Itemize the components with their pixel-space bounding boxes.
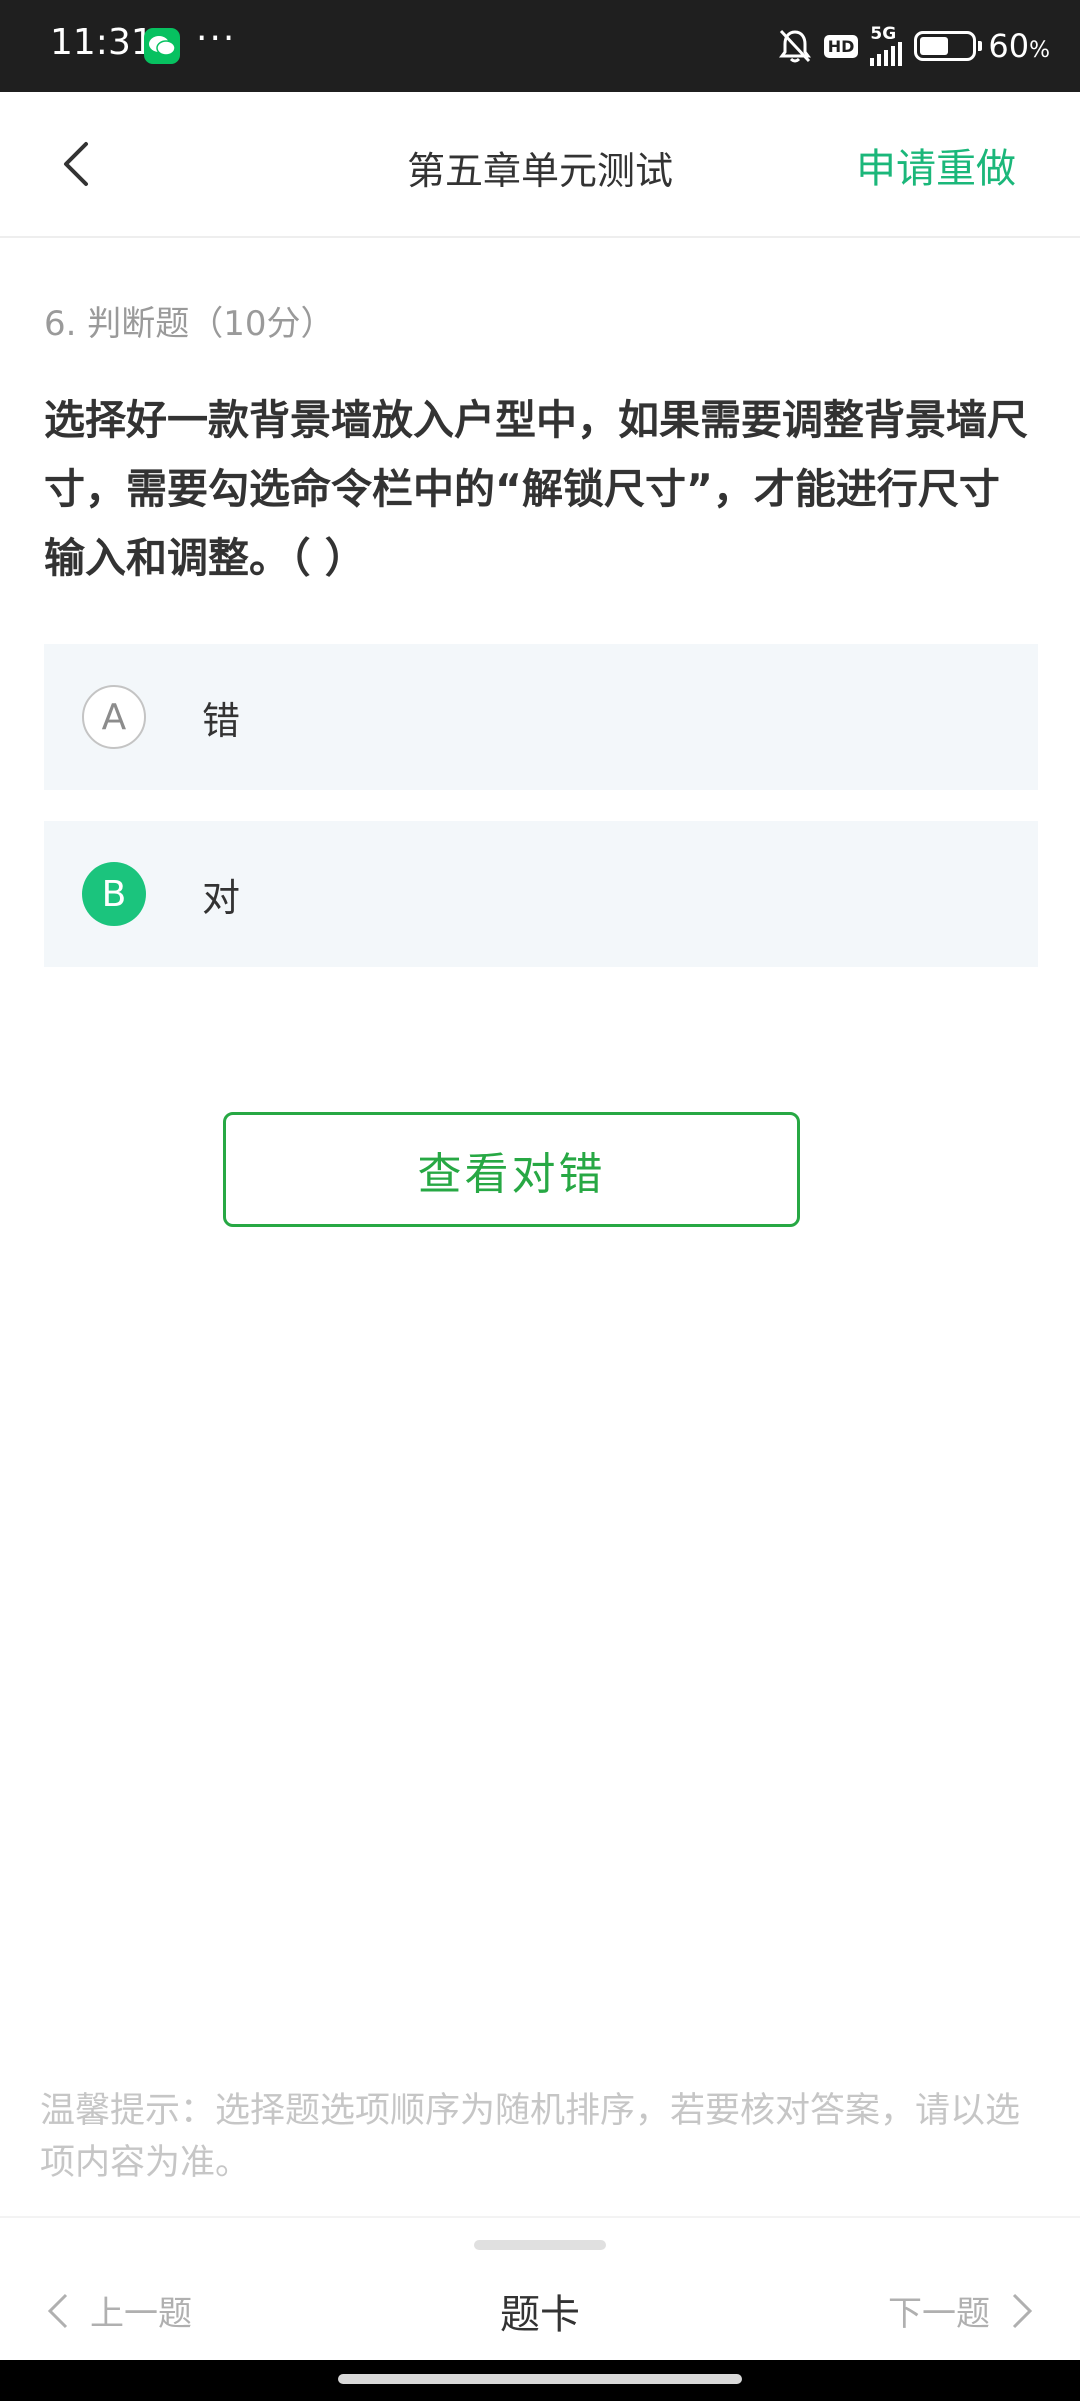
- bottom-bar: 上一题 题卡 下一题: [0, 2216, 1080, 2360]
- question-text: 选择好一款背景墙放入户型中，如果需要调整背景墙尺寸，需要勾选命令栏中的“解锁尺寸…: [44, 396, 1028, 582]
- hint-text: 温馨提示：选择题选项顺序为随机排序，若要核对答案，请以选项内容为准。: [40, 2091, 1021, 2183]
- question-type-label: 6. 判断题（10分）: [44, 304, 335, 344]
- hd-badge: HD: [823, 34, 859, 58]
- option-b-letter: B: [82, 862, 146, 926]
- check-answer-button[interactable]: 查看对错: [223, 1112, 800, 1227]
- option-b-text: 对: [202, 875, 241, 920]
- battery-icon: [914, 31, 983, 61]
- network-type: 5G: [870, 24, 897, 44]
- next-question-button[interactable]: 下一题: [888, 2286, 1034, 2335]
- next-question-label: 下一题: [888, 2294, 990, 2334]
- more-notifications-icon: ···: [196, 18, 237, 59]
- status-right: HD 5G 60%: [778, 22, 1050, 70]
- status-bar: 11:31 ··· HD 5G 60%: [0, 0, 1080, 92]
- request-redo-button[interactable]: 申请重做: [856, 136, 1016, 194]
- system-nav-bar: [0, 2360, 1080, 2401]
- option-b[interactable]: B 对: [44, 821, 1038, 967]
- option-a[interactable]: A 错: [44, 644, 1038, 790]
- battery-percent: 60%: [988, 27, 1050, 65]
- app-header: 第五章单元测试 申请重做: [0, 92, 1080, 238]
- chevron-right-icon: [1012, 2293, 1033, 2328]
- bell-muted-icon: [778, 29, 811, 63]
- status-time: 11:31: [50, 22, 154, 63]
- drag-handle[interactable]: [474, 2240, 606, 2250]
- option-a-letter: A: [82, 685, 146, 749]
- option-a-text: 错: [202, 698, 241, 743]
- home-gesture-bar[interactable]: [338, 2374, 742, 2384]
- wechat-icon: [144, 28, 180, 64]
- signal-icon: 5G: [870, 24, 903, 66]
